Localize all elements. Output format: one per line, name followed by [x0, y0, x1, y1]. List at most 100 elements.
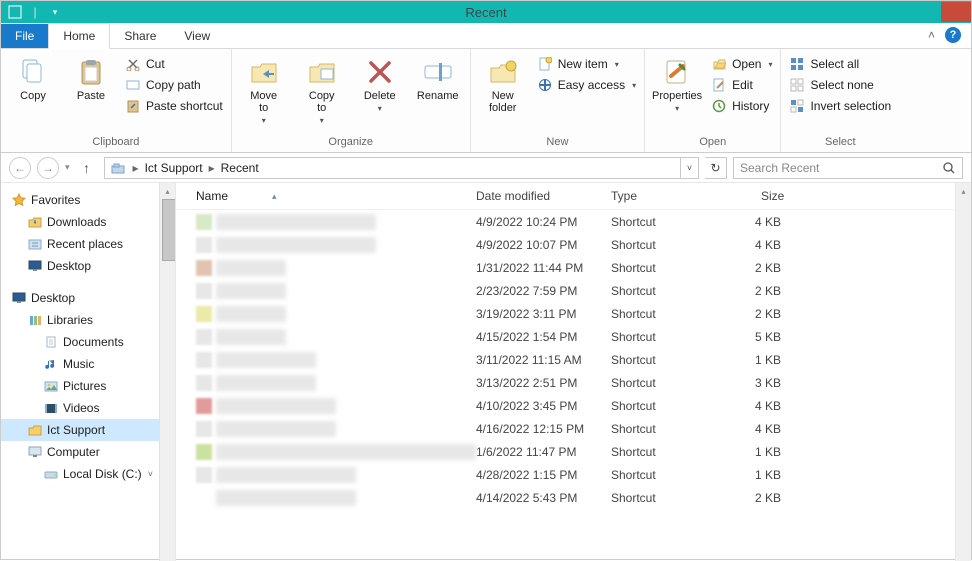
tree-libraries[interactable]: Libraries	[1, 309, 175, 331]
table-row[interactable]: 4/14/2022 5:43 PMShortcut2 KB	[176, 486, 971, 509]
edit-icon	[711, 77, 727, 93]
new-item-button[interactable]: New item▾	[537, 56, 636, 72]
tab-share[interactable]: Share	[110, 24, 170, 48]
tree-desktop[interactable]: Desktop	[1, 287, 175, 309]
cut-button[interactable]: Cut	[125, 56, 223, 72]
tab-home[interactable]: Home	[48, 23, 110, 49]
edit-button[interactable]: Edit	[711, 77, 772, 93]
qat-icon[interactable]	[7, 4, 23, 20]
cell-size: 1 KB	[721, 445, 811, 459]
delete-button[interactable]: Delete▾	[356, 54, 404, 113]
cell-size: 1 KB	[721, 468, 811, 482]
properties-button[interactable]: Properties▾	[653, 54, 701, 113]
copy-icon	[17, 56, 49, 88]
list-scrollbar[interactable]	[955, 183, 971, 561]
new-folder-button[interactable]: New folder	[479, 54, 527, 114]
col-name[interactable]: Name▴	[196, 189, 476, 203]
table-row[interactable]: 3/19/2022 3:11 PMShortcut2 KB	[176, 302, 971, 325]
file-name	[216, 490, 356, 506]
breadcrumb-segment[interactable]: Recent	[221, 161, 259, 175]
file-name	[216, 260, 286, 276]
help-icon[interactable]: ?	[945, 27, 961, 43]
group-clipboard: Copy Paste Cut Copy path Paste shortcut …	[1, 49, 232, 152]
folder-icon	[27, 214, 43, 230]
tree-desktop-fav[interactable]: Desktop	[1, 255, 175, 277]
new-item-icon	[537, 56, 553, 72]
back-button[interactable]: ←	[9, 157, 31, 179]
chevron-right-icon[interactable]: ▸	[205, 161, 219, 175]
tree-pictures[interactable]: Pictures	[1, 375, 175, 397]
paste-button[interactable]: Paste	[67, 54, 115, 102]
libraries-icon	[27, 312, 43, 328]
table-row[interactable]: 1/31/2022 11:44 PMShortcut2 KB	[176, 256, 971, 279]
file-icon	[196, 283, 212, 299]
tree-ict-support[interactable]: Ict Support	[1, 419, 175, 441]
tree-local-disk[interactable]: Local Disk (C:)˅	[1, 463, 175, 485]
search-box[interactable]	[733, 157, 963, 179]
minimize-ribbon-icon[interactable]: ˄	[928, 28, 935, 42]
select-none-icon	[789, 77, 805, 93]
tree-recent-places[interactable]: Recent places	[1, 233, 175, 255]
tab-file[interactable]: File	[1, 24, 48, 48]
table-row[interactable]: 4/9/2022 10:24 PMShortcut4 KB	[176, 210, 971, 233]
tree-music[interactable]: Music	[1, 353, 175, 375]
file-name	[216, 375, 316, 391]
search-input[interactable]	[740, 161, 942, 175]
breadcrumb-segment[interactable]: Ict Support	[145, 161, 203, 175]
tree-documents[interactable]: Documents	[1, 331, 175, 353]
up-button[interactable]: ↑	[76, 157, 98, 179]
copy-path-button[interactable]: Copy path	[125, 77, 223, 93]
tree-videos[interactable]: Videos	[1, 397, 175, 419]
window-title: Recent	[465, 5, 506, 20]
cell-type: Shortcut	[611, 376, 721, 390]
new-folder-icon	[487, 56, 519, 88]
select-all-icon	[789, 56, 805, 72]
tree-downloads[interactable]: Downloads	[1, 211, 175, 233]
table-row[interactable]: 1/6/2022 11:47 PMShortcut1 KB	[176, 440, 971, 463]
refresh-button[interactable]: ↻	[705, 157, 727, 179]
forward-button[interactable]: →	[37, 157, 59, 179]
table-row[interactable]: 4/10/2022 3:45 PMShortcut4 KB	[176, 394, 971, 417]
move-to-button[interactable]: Move to▾	[240, 54, 288, 125]
invert-selection-button[interactable]: Invert selection	[789, 98, 891, 114]
address-bar[interactable]: ▸ Ict Support ▸ Recent ˅	[104, 157, 699, 179]
table-row[interactable]: 4/16/2022 12:15 PMShortcut4 KB	[176, 417, 971, 440]
open-button[interactable]: Open▾	[711, 56, 772, 72]
search-icon[interactable]	[942, 161, 956, 175]
qat-dropdown-icon[interactable]: ▾	[47, 4, 63, 20]
col-type[interactable]: Type	[611, 189, 721, 203]
easy-access-button[interactable]: Easy access▾	[537, 77, 636, 93]
history-button[interactable]: History	[711, 98, 772, 114]
tree-favorites[interactable]: Favorites	[1, 189, 175, 211]
cell-size: 1 KB	[721, 353, 811, 367]
file-icon	[196, 214, 212, 230]
group-select: Select all Select none Invert selection …	[781, 49, 899, 152]
tree-computer[interactable]: Computer	[1, 441, 175, 463]
history-icon	[711, 98, 727, 114]
select-all-button[interactable]: Select all	[789, 56, 891, 72]
chevron-right-icon[interactable]: ▸	[129, 161, 143, 175]
select-none-button[interactable]: Select none	[789, 77, 891, 93]
file-name	[216, 237, 376, 253]
rename-button[interactable]: Rename	[414, 54, 462, 102]
table-row[interactable]: 2/23/2022 7:59 PMShortcut2 KB	[176, 279, 971, 302]
tree-scrollbar[interactable]	[159, 183, 175, 561]
table-row[interactable]: 3/13/2022 2:51 PMShortcut3 KB	[176, 371, 971, 394]
address-dropdown-icon[interactable]: ˅	[680, 158, 698, 178]
file-name	[216, 283, 286, 299]
location-icon	[109, 160, 127, 176]
col-date[interactable]: Date modified	[476, 189, 611, 203]
close-button[interactable]	[941, 2, 971, 22]
table-row[interactable]: 4/9/2022 10:07 PMShortcut4 KB	[176, 233, 971, 256]
table-row[interactable]: 4/28/2022 1:15 PMShortcut1 KB	[176, 463, 971, 486]
table-row[interactable]: 3/11/2022 11:15 AMShortcut1 KB	[176, 348, 971, 371]
title-bar: | ▾ Recent	[1, 1, 971, 23]
documents-icon	[43, 334, 59, 350]
recent-locations-dropdown[interactable]: ▾	[65, 162, 70, 173]
copy-to-button[interactable]: Copy to▾	[298, 54, 346, 125]
paste-shortcut-button[interactable]: Paste shortcut	[125, 98, 223, 114]
tab-view[interactable]: View	[170, 24, 224, 48]
table-row[interactable]: 4/15/2022 1:54 PMShortcut5 KB	[176, 325, 971, 348]
copy-button[interactable]: Copy	[9, 54, 57, 102]
col-size[interactable]: Size	[721, 189, 811, 203]
